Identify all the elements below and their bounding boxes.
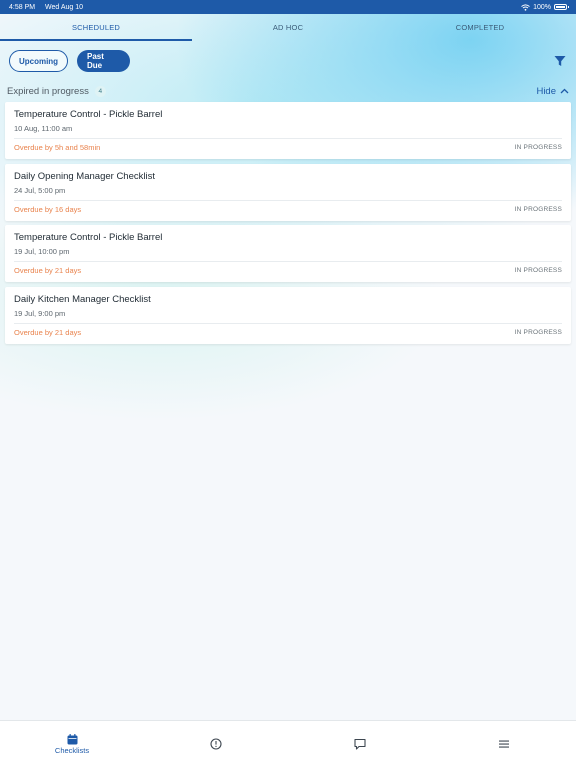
- card-status: IN PROGRESS: [514, 144, 562, 151]
- card-title: Temperature Control - Pickle Barrel: [14, 109, 163, 120]
- hide-label: Hide: [536, 85, 556, 97]
- card-status: IN PROGRESS: [514, 328, 562, 336]
- card-date: 19 Jul, 10:00 pm: [14, 247, 70, 256]
- card-status: IN PROGRESS: [514, 267, 562, 274]
- hide-button[interactable]: Hide: [536, 86, 569, 97]
- card-divider: [14, 261, 562, 262]
- checklist-card[interactable]: Temperature Control - Pickle Barrel 10 A…: [5, 102, 571, 159]
- battery-icon: [554, 4, 569, 10]
- card-divider: [14, 138, 562, 139]
- wifi-icon: [521, 3, 530, 11]
- tab-completed[interactable]: COMPLETED: [384, 14, 576, 41]
- card-overdue: Overdue by 21 days: [14, 266, 82, 275]
- filter-icon[interactable]: [554, 55, 566, 67]
- past-due-button[interactable]: Past Due: [77, 50, 130, 72]
- card-title: Daily Kitchen Manager Checklist: [14, 293, 151, 305]
- card-title: Temperature Control - Pickle Barrel: [14, 232, 163, 243]
- nav-messages[interactable]: [288, 721, 432, 768]
- tab-ad-hoc[interactable]: AD HOC: [192, 14, 384, 41]
- card-title: Daily Opening Manager Checklist: [14, 170, 155, 182]
- nav-checklists[interactable]: Checklists: [0, 721, 144, 768]
- card-overdue: Overdue by 16 days: [14, 204, 82, 214]
- card-overdue: Overdue by 5h and 58min: [14, 143, 101, 152]
- card-divider: [14, 322, 562, 324]
- menu-icon: [499, 740, 509, 748]
- nav-issues[interactable]: [144, 721, 288, 768]
- section-header: Expired in progress 4 Hide: [7, 84, 569, 98]
- filter-row: Upcoming Past Due: [9, 50, 567, 72]
- status-bar: 4:58 PM Wed Aug 10 100%: [0, 0, 576, 14]
- calendar-icon: [67, 734, 77, 745]
- card-date: 24 Jul, 5:00 pm: [14, 185, 66, 195]
- alert-circle-icon: [210, 738, 222, 750]
- chevron-up-icon: [560, 88, 569, 94]
- card-date: 10 Aug, 11:00 am: [14, 124, 73, 133]
- battery-percent: 100%: [533, 3, 551, 11]
- nav-checklists-label: Checklists: [54, 746, 90, 755]
- chat-bubble-icon: [354, 738, 366, 750]
- bottom-nav: Checklists: [0, 720, 576, 768]
- nav-menu[interactable]: [432, 721, 576, 768]
- section-title: Expired in progress: [7, 85, 89, 97]
- count-badge: 4: [94, 85, 106, 97]
- checklist-card[interactable]: Daily Opening Manager Checklist 24 Jul, …: [5, 163, 571, 221]
- upcoming-button[interactable]: Upcoming: [9, 50, 68, 72]
- card-status: IN PROGRESS: [514, 205, 562, 213]
- checklist-card[interactable]: Daily Kitchen Manager Checklist 19 Jul, …: [5, 286, 571, 344]
- status-time: 4:58 PM: [9, 3, 36, 11]
- card-divider: [14, 199, 562, 201]
- card-date: 19 Jul, 9:00 pm: [14, 308, 66, 318]
- status-date: Wed Aug 10: [45, 3, 84, 11]
- card-overdue: Overdue by 21 days: [14, 327, 82, 337]
- tab-bar: SCHEDULED AD HOC COMPLETED: [0, 14, 576, 41]
- checklist-card[interactable]: Temperature Control - Pickle Barrel 19 J…: [5, 225, 571, 282]
- checklist-list: Temperature Control - Pickle Barrel 10 A…: [5, 102, 571, 348]
- tab-scheduled[interactable]: SCHEDULED: [0, 14, 192, 41]
